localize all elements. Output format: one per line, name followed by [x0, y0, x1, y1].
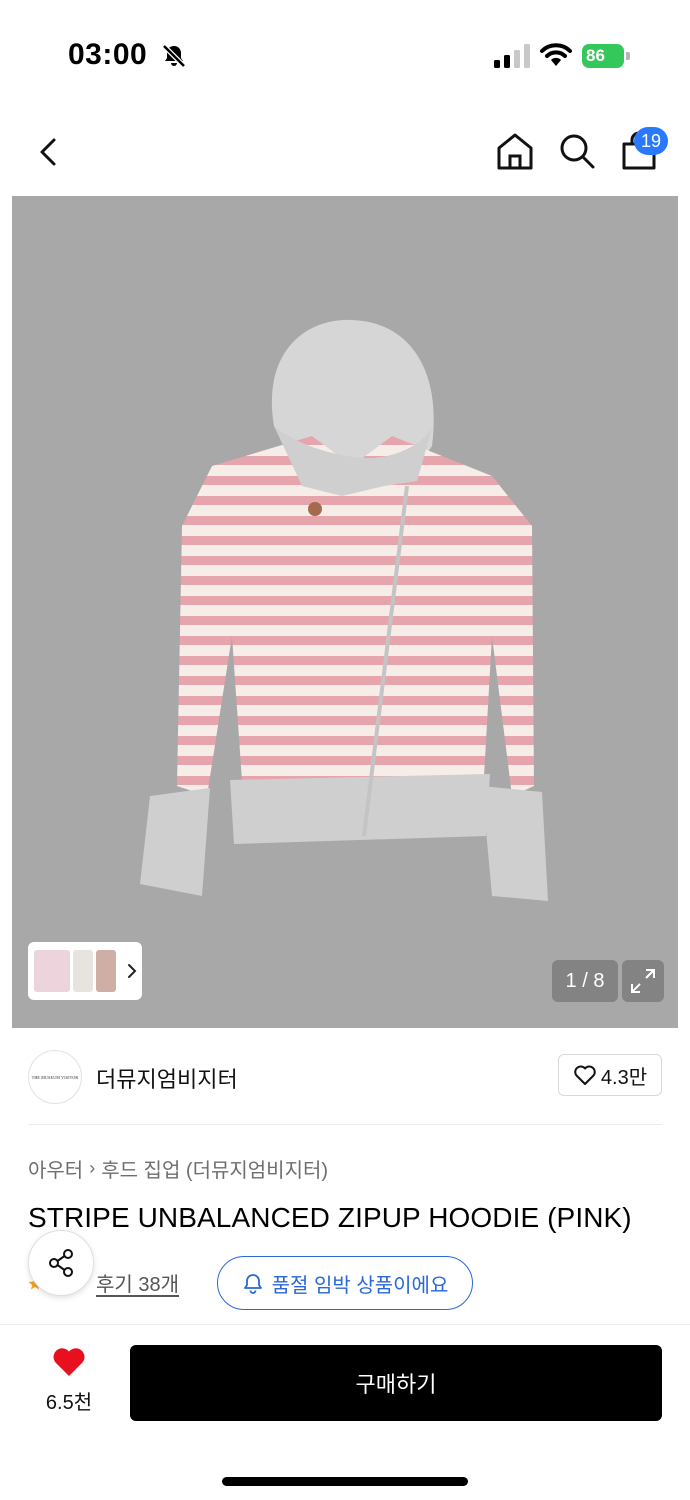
wifi-icon: [540, 43, 572, 66]
thumbnail-image[interactable]: [34, 950, 70, 992]
breadcrumb: 아우터 › 후드 집업 (더뮤지엄비지터): [28, 1154, 328, 1183]
brand-logo[interactable]: THE MUSEUM VISITOR: [28, 1050, 82, 1104]
battery-icon: 86: [582, 44, 630, 68]
bell-icon: [243, 1274, 262, 1294]
search-icon[interactable]: [556, 130, 598, 172]
brand-name[interactable]: 더뮤지엄비지터: [96, 1062, 238, 1094]
wishlist-count: 6.5천: [45, 1392, 93, 1414]
brand-like-count: 4.3만: [600, 1066, 648, 1089]
breadcrumb-subcategory[interactable]: 후드 집업 (더뮤지엄비지터): [101, 1154, 328, 1183]
soldout-notice-text: 품절 임박 상품이에요: [271, 1274, 449, 1297]
cellular-signal-icon: [494, 44, 530, 68]
buy-button[interactable]: 구매하기: [130, 1345, 662, 1421]
divider: [28, 1124, 662, 1125]
cart-count-badge: 19: [634, 127, 668, 155]
product-image-gallery[interactable]: 1 / 8: [12, 196, 678, 1028]
heart-outline-icon: [574, 1065, 596, 1085]
home-icon[interactable]: [494, 130, 536, 172]
back-arrow-icon[interactable]: [32, 132, 66, 172]
image-pager: 1 / 8: [552, 960, 618, 1002]
wishlist-button[interactable]: 6.5천: [34, 1346, 104, 1416]
bell-off-icon: [162, 44, 186, 68]
expand-icon[interactable]: [622, 960, 664, 1002]
top-nav: [0, 110, 690, 195]
brand-row[interactable]: THE MUSEUM VISITOR 더뮤지엄비지터 4.3만: [28, 1046, 662, 1106]
brand-like-button[interactable]: 4.3만: [558, 1054, 662, 1096]
soldout-notice-chip[interactable]: 품절 임박 상품이에요: [217, 1256, 473, 1310]
product-title: STRIPE UNBALANCED ZIPUP HOODIE (PINK): [28, 1202, 632, 1233]
status-time: 03:00: [68, 38, 148, 71]
chevron-right-icon: ›: [89, 1158, 96, 1178]
battery-level: 86: [582, 44, 624, 68]
status-bar: 03:00 86: [0, 0, 690, 110]
chevron-right-icon: [128, 964, 137, 978]
heart-filled-icon: [53, 1348, 85, 1376]
thumbnail-strip[interactable]: [28, 942, 142, 1000]
share-button[interactable]: [28, 1230, 94, 1296]
product-photo: [140, 319, 548, 901]
review-link[interactable]: 후기 38개: [96, 1268, 179, 1297]
divider: [0, 1324, 690, 1325]
breadcrumb-category[interactable]: 아우터: [28, 1154, 83, 1183]
home-indicator: [222, 1477, 468, 1486]
share-icon: [49, 1249, 73, 1277]
thumbnail-image[interactable]: [73, 950, 93, 992]
thumbnail-image[interactable]: [96, 950, 116, 992]
